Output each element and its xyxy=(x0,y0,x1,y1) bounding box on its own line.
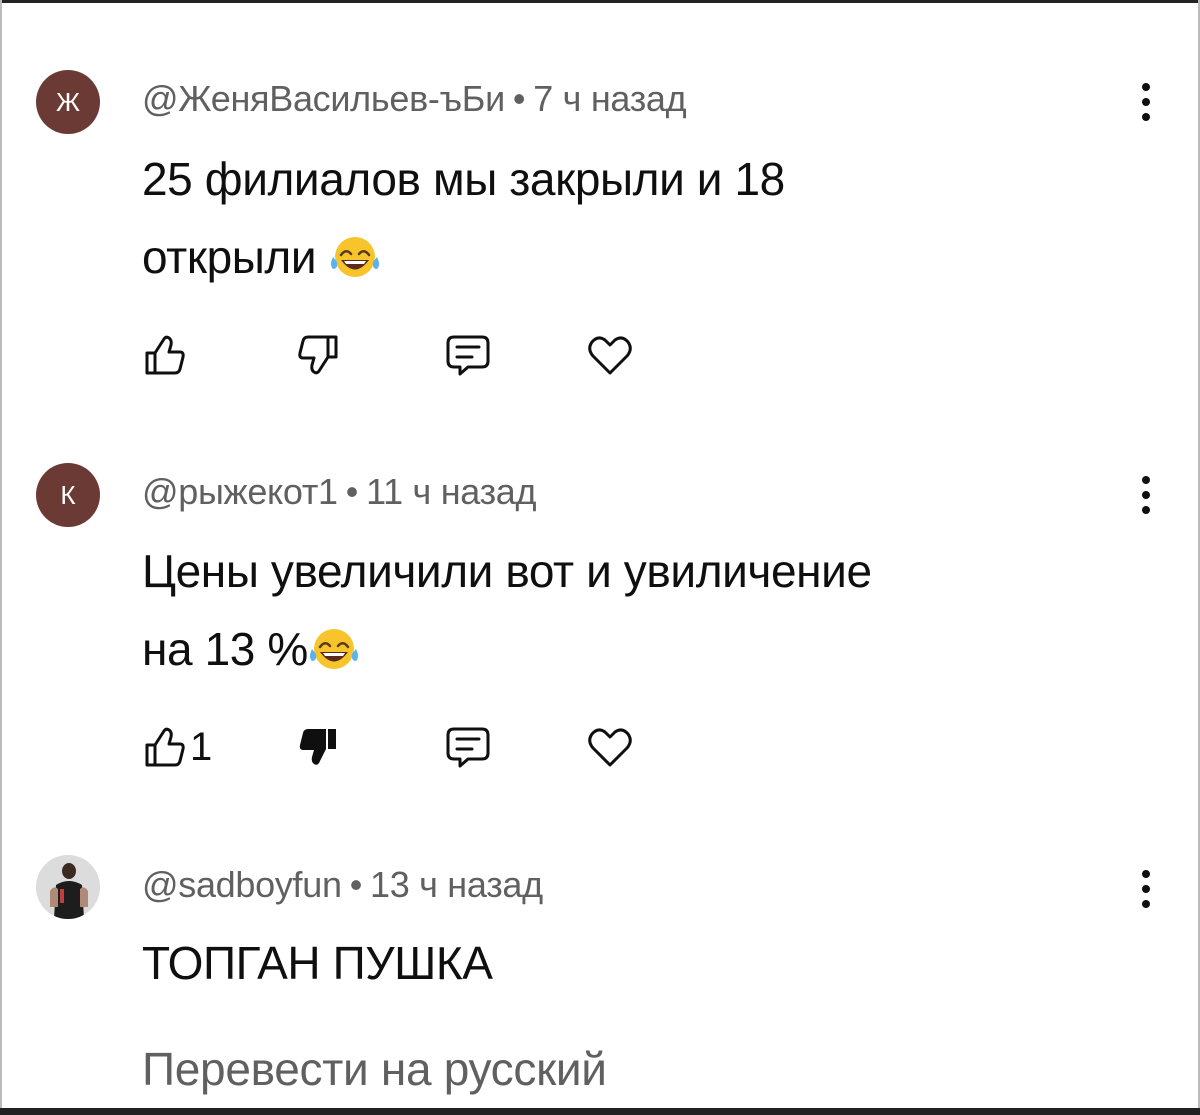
heart-icon xyxy=(588,728,632,767)
comment-text-line: ТОПГАН ПУШКА xyxy=(142,937,493,989)
comment-text-line: открыли xyxy=(142,218,1142,296)
avatar-letter: Ж xyxy=(55,86,80,117)
avatar[interactable]: К xyxy=(36,463,100,527)
thumbs-down-icon xyxy=(298,335,338,375)
face-with-tears-of-joy-icon xyxy=(329,235,380,279)
comment-text: Цены увеличили вот и увиличение на 13 % xyxy=(142,532,1142,688)
thumbs-up-icon xyxy=(145,727,185,767)
reply-bubble-icon xyxy=(446,335,490,376)
comment-time[interactable]: 13 ч назад xyxy=(370,864,543,905)
more-vertical-icon xyxy=(1142,870,1150,908)
comment-text-line: Цены увеличили вот и увиличение xyxy=(142,545,872,597)
separator-dot: • xyxy=(345,471,359,512)
avatar[interactable] xyxy=(36,855,100,919)
dislike-button[interactable] xyxy=(297,717,341,777)
comment-time[interactable]: 7 ч назад xyxy=(533,78,686,119)
more-options-button[interactable] xyxy=(1126,864,1166,914)
like-count: 1 xyxy=(190,724,213,769)
reply-button[interactable] xyxy=(444,717,492,777)
more-options-button[interactable] xyxy=(1126,470,1166,520)
comment-text: ТОПГАН ПУШКА xyxy=(142,924,1142,1002)
user-photo-avatar xyxy=(36,855,100,919)
comment-header: @рыжекот1 • 11 ч назад xyxy=(142,471,537,513)
comment-author[interactable]: @sadboyfun xyxy=(142,864,342,905)
comment-header: @sadboyfun • 13 ч назад xyxy=(142,864,543,906)
comment-author[interactable]: @ЖеняВасильев-ъБи xyxy=(142,78,505,119)
separator-dot: • xyxy=(349,864,363,905)
avatar-letter: К xyxy=(60,479,76,510)
like-button[interactable] xyxy=(142,325,186,385)
avatar[interactable]: Ж xyxy=(36,70,100,134)
frame-top-border xyxy=(0,0,1200,3)
separator-dot: • xyxy=(512,78,526,119)
more-options-button[interactable] xyxy=(1126,77,1166,127)
heart-button[interactable] xyxy=(585,717,635,777)
comment-time[interactable]: 11 ч назад xyxy=(366,471,536,512)
frame-bottom-border xyxy=(0,1108,1200,1115)
thumbs-down-icon xyxy=(299,729,336,765)
face-with-tears-of-joy-icon xyxy=(308,627,360,671)
comment-text: 25 филиалов мы закрыли и 18 открыли xyxy=(142,140,1142,296)
translate-link[interactable]: Перевести на русский xyxy=(142,1042,607,1096)
heart-button[interactable] xyxy=(585,325,635,385)
comment-text-line: 25 филиалов мы закрыли и 18 xyxy=(142,153,785,205)
more-vertical-icon xyxy=(1142,83,1150,121)
more-vertical-icon xyxy=(1142,476,1150,514)
comment-text-line: на 13 % xyxy=(142,610,1142,688)
reply-button[interactable] xyxy=(444,325,492,385)
comment-header: @ЖеняВасильев-ъБи • 7 ч назад xyxy=(142,78,687,120)
dislike-button[interactable] xyxy=(297,325,341,385)
heart-icon xyxy=(588,336,632,375)
comment-author[interactable]: @рыжекот1 xyxy=(142,471,338,512)
reply-bubble-icon xyxy=(446,727,490,768)
frame-left-border xyxy=(0,0,2,1115)
thumbs-up-icon xyxy=(145,335,185,375)
like-button[interactable]: 1 xyxy=(142,717,212,777)
